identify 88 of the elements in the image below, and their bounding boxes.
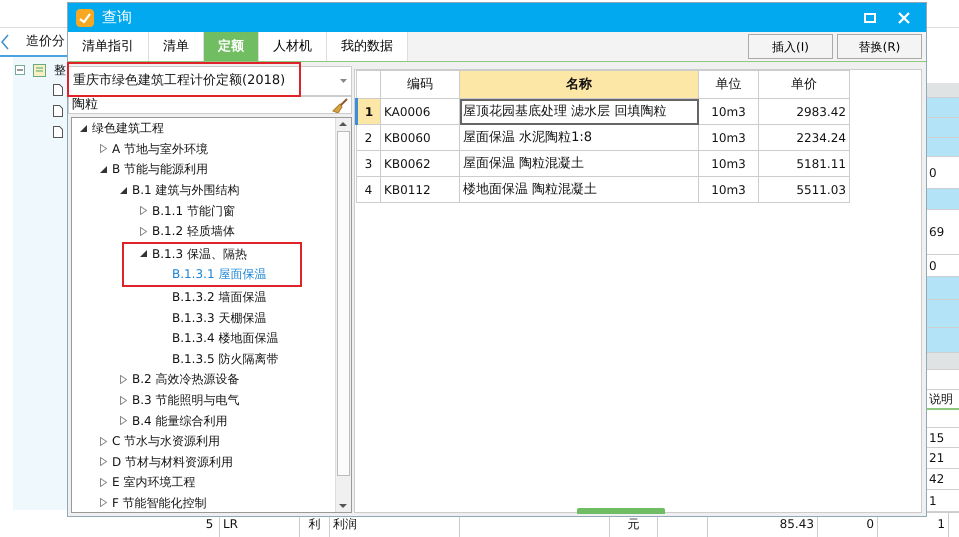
tree-item[interactable]: B.1.3.2 墙面保温 bbox=[172, 288, 266, 306]
table-cell: 2234.24 bbox=[758, 124, 850, 150]
tree-item[interactable]: B.1.3 保温、隔热 bbox=[152, 244, 247, 263]
column-header[interactable]: 单价 bbox=[758, 70, 850, 98]
table-cell bbox=[925, 353, 959, 370]
tab[interactable]: 清单 bbox=[149, 32, 204, 61]
collapsed-icon[interactable] bbox=[120, 396, 127, 405]
tree-item[interactable]: B.3 节能照明与电气 bbox=[132, 391, 240, 410]
action-button[interactable]: 替换(R) bbox=[837, 34, 922, 59]
collapsed-icon[interactable] bbox=[140, 226, 147, 236]
table-cell: 5181.11 bbox=[758, 150, 850, 176]
collapsed-icon[interactable] bbox=[140, 206, 147, 216]
tree-item[interactable]: 整 bbox=[54, 61, 66, 79]
table-cell bbox=[925, 138, 959, 157]
tree-item[interactable]: B.1.3.4 楼地面保温 bbox=[172, 329, 278, 348]
collapsed-icon[interactable] bbox=[120, 374, 127, 384]
broom-icon[interactable] bbox=[332, 98, 348, 112]
expanded-icon[interactable] bbox=[120, 186, 127, 194]
expanded-icon[interactable] bbox=[100, 166, 107, 173]
tree-item[interactable]: B 节能与能源利用 bbox=[112, 160, 208, 178]
table-cell: 屋顶花园基底处理 滤水层 回填陶粒 bbox=[460, 98, 698, 124]
collapsed-icon[interactable] bbox=[100, 478, 107, 487]
tab[interactable]: 人材机 bbox=[259, 32, 327, 61]
collapsed-icon[interactable] bbox=[100, 457, 107, 466]
tree-item[interactable]: F 节能智能化控制 bbox=[112, 494, 207, 512]
tree-item[interactable]: B.1.1 节能门窗 bbox=[152, 202, 235, 220]
table-cell: KB0112 bbox=[380, 176, 460, 202]
tree-item[interactable]: B.2 高效冷热源设备 bbox=[132, 370, 240, 388]
tree-item[interactable]: E 室内环境工程 bbox=[112, 473, 196, 492]
table-cell: 5511.03 bbox=[758, 176, 850, 202]
file-icon bbox=[53, 126, 63, 138]
table-cell bbox=[925, 83, 959, 98]
table-cell bbox=[925, 277, 959, 300]
collapse-icon[interactable] bbox=[15, 65, 25, 75]
table-cell bbox=[925, 98, 959, 118]
tree-item[interactable]: A 节地与室外环境 bbox=[112, 140, 208, 158]
column-header[interactable]: 名称 bbox=[460, 70, 698, 98]
tree-item[interactable]: C 节水与水资源利用 bbox=[112, 432, 220, 450]
table-cell bbox=[925, 328, 959, 353]
app-icon bbox=[76, 8, 94, 26]
table-cell: 2983.42 bbox=[758, 98, 850, 124]
table-cell: 10m3 bbox=[698, 124, 758, 150]
document-icon bbox=[33, 64, 46, 76]
column-header[interactable]: 单位 bbox=[698, 70, 758, 98]
tree-item[interactable]: B.1.3.5 防火隔离带 bbox=[172, 350, 278, 368]
close-icon[interactable] bbox=[898, 12, 910, 24]
maximize-icon[interactable] bbox=[864, 12, 876, 22]
expanded-icon[interactable] bbox=[80, 124, 87, 132]
row-header[interactable]: 3 bbox=[356, 150, 380, 176]
scrollbar[interactable] bbox=[335, 118, 351, 512]
table-cell: 屋面保温 陶粒混凝土 bbox=[460, 150, 698, 176]
search-field[interactable]: 陶粒 bbox=[68, 96, 352, 114]
splitter-handle[interactable] bbox=[577, 508, 665, 514]
collapsed-icon[interactable] bbox=[100, 436, 107, 446]
tree-item[interactable]: B.1.3.1 屋面保温 bbox=[172, 265, 266, 284]
table-cell: 10m3 bbox=[698, 98, 758, 124]
table-cell: 10m3 bbox=[698, 176, 758, 202]
column-header[interactable]: 编码 bbox=[380, 70, 460, 98]
row-header[interactable]: 1 bbox=[356, 98, 380, 124]
file-icon bbox=[53, 104, 63, 116]
table-cell: 楼地面保温 陶粒混凝土 bbox=[460, 176, 698, 202]
tree-item[interactable]: B.4 能量综合利用 bbox=[132, 412, 228, 430]
tab[interactable]: 我的数据 bbox=[327, 32, 408, 61]
table-cell bbox=[925, 300, 959, 328]
window-title: 查询 bbox=[102, 7, 132, 28]
table-cell bbox=[925, 189, 959, 210]
collapsed-icon[interactable] bbox=[100, 144, 107, 154]
action-button[interactable]: 插入(I) bbox=[748, 34, 833, 59]
collapsed-icon[interactable] bbox=[100, 498, 107, 508]
table-cell bbox=[925, 118, 959, 138]
panel-tab[interactable]: 造价分 bbox=[26, 32, 65, 52]
tree-item[interactable]: B.1.2 轻质墙体 bbox=[152, 222, 235, 240]
tab[interactable]: 清单指引 bbox=[68, 32, 149, 61]
table-cell: KA0006 bbox=[380, 98, 460, 124]
tree-item[interactable]: D 节材与材料资源利用 bbox=[112, 452, 234, 471]
table-cell: 屋面保温 水泥陶粒1:8 bbox=[460, 124, 698, 150]
expanded-icon[interactable] bbox=[140, 250, 147, 258]
tree-item[interactable]: 绿色建筑工程 bbox=[92, 119, 164, 138]
table-cell: KB0060 bbox=[380, 124, 460, 150]
tree-item[interactable]: B.1 建筑与外围结构 bbox=[132, 181, 240, 200]
row-header[interactable]: 4 bbox=[356, 176, 380, 202]
table-cell: 10m3 bbox=[698, 150, 758, 176]
table-cell: KB0062 bbox=[380, 150, 460, 176]
caret-icon[interactable] bbox=[340, 79, 347, 83]
file-icon bbox=[53, 84, 63, 96]
tree-item[interactable]: B.1.3.3 天棚保温 bbox=[172, 308, 266, 327]
row-header[interactable]: 2 bbox=[356, 124, 380, 150]
collapsed-icon[interactable] bbox=[120, 416, 127, 426]
